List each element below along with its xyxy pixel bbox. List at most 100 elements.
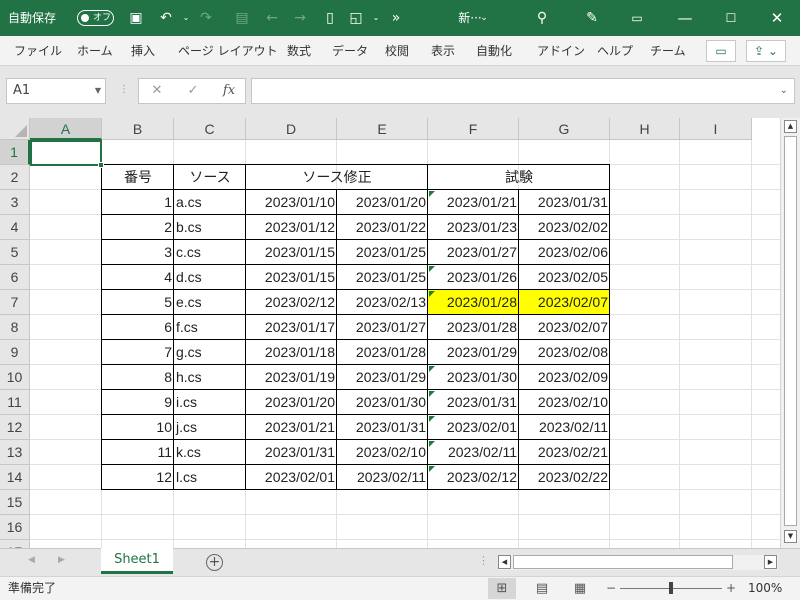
table-cell-fix-end-date[interactable]: 2023/02/10 xyxy=(337,440,428,465)
prev-sheet-icon[interactable]: ◀ xyxy=(28,555,35,565)
formula-input[interactable]: ⌄ xyxy=(251,78,795,104)
zoom-in-icon[interactable]: + xyxy=(726,577,736,599)
table-cell-fix-start-date[interactable]: 2023/01/31 xyxy=(246,440,337,465)
page-layout-view-icon[interactable]: ▤ xyxy=(528,578,556,599)
table-cell-fix-start-date[interactable]: 2023/01/10 xyxy=(246,190,337,215)
row-header-9[interactable]: 9 xyxy=(0,340,30,365)
table-cell-number[interactable]: 2 xyxy=(102,215,174,240)
table-cell-test-start-date[interactable]: 2023/01/31 xyxy=(428,390,519,415)
table-cell-source-file[interactable]: a.cs xyxy=(174,190,246,215)
table-cell-fix-end-date[interactable]: 2023/02/13 xyxy=(337,290,428,315)
tab-page-layout[interactable]: ページ レイアウト xyxy=(178,36,278,66)
row-header-10[interactable]: 10 xyxy=(0,365,30,390)
document-icon[interactable]: ▯ xyxy=(320,8,340,28)
tab-team[interactable]: チーム xyxy=(650,36,686,66)
table-cell-fix-start-date[interactable]: 2023/01/15 xyxy=(246,265,337,290)
column-header-a[interactable]: A xyxy=(30,118,102,140)
table-cell-source-file[interactable]: b.cs xyxy=(174,215,246,240)
table-cell-test-end-date[interactable]: 2023/02/22 xyxy=(519,465,610,490)
table-cell-fix-start-date[interactable]: 2023/01/19 xyxy=(246,365,337,390)
worksheet-grid[interactable]: ABCDEFGHI1234567891011121314151617番号ソースソ… xyxy=(0,118,780,548)
table-cell-test-end-date[interactable]: 2023/02/07 xyxy=(519,290,610,315)
cell-c2-source-header[interactable]: ソース xyxy=(174,165,246,190)
zoom-out-icon[interactable]: − xyxy=(606,577,616,599)
table-cell-fix-start-date[interactable]: 2023/01/20 xyxy=(246,390,337,415)
table-cell-test-end-date[interactable]: 2023/02/11 xyxy=(519,415,610,440)
table-cell-source-file[interactable]: g.cs xyxy=(174,340,246,365)
table-cell-number[interactable]: 7 xyxy=(102,340,174,365)
table-cell-test-end-date[interactable]: 2023/02/08 xyxy=(519,340,610,365)
table-cell-number[interactable]: 5 xyxy=(102,290,174,315)
tab-home[interactable]: ホーム xyxy=(77,36,113,66)
row-header-6[interactable]: 6 xyxy=(0,265,30,290)
comments-icon[interactable]: ▭ xyxy=(706,40,736,62)
table-cell-test-end-date[interactable]: 2023/02/06 xyxy=(519,240,610,265)
row-header-2[interactable]: 2 xyxy=(0,165,30,190)
undo-dropdown-icon[interactable]: ⌄ xyxy=(176,8,196,28)
table-cell-fix-start-date[interactable]: 2023/01/15 xyxy=(246,240,337,265)
table-cell-test-end-date[interactable]: 2023/02/05 xyxy=(519,265,610,290)
table-cell-source-file[interactable]: k.cs xyxy=(174,440,246,465)
table-cell-fix-end-date[interactable]: 2023/01/22 xyxy=(337,215,428,240)
table-cell-fix-start-date[interactable]: 2023/02/01 xyxy=(246,465,337,490)
table-cell-test-start-date[interactable]: 2023/01/23 xyxy=(428,215,519,240)
tab-data[interactable]: データ xyxy=(332,36,368,66)
horizontal-scrollbar[interactable]: ◀ ▶ xyxy=(498,555,778,570)
row-header-12[interactable]: 12 xyxy=(0,415,30,440)
table-cell-fix-end-date[interactable]: 2023/01/28 xyxy=(337,340,428,365)
pen-icon[interactable]: ✎ xyxy=(582,8,602,28)
table-cell-source-file[interactable]: c.cs xyxy=(174,240,246,265)
table-cell-test-end-date[interactable]: 2023/02/21 xyxy=(519,440,610,465)
table-cell-fix-end-date[interactable]: 2023/01/20 xyxy=(337,190,428,215)
cell-f2-test-header[interactable]: 試験 xyxy=(428,165,610,190)
chevron-down-icon[interactable]: ▼ xyxy=(95,79,101,103)
table-cell-fix-end-date[interactable]: 2023/01/25 xyxy=(337,240,428,265)
row-header-13[interactable]: 13 xyxy=(0,440,30,465)
table-cell-fix-start-date[interactable]: 2023/01/17 xyxy=(246,315,337,340)
row-header-15[interactable]: 15 xyxy=(0,490,30,515)
error-indicator-icon[interactable] xyxy=(429,266,435,272)
separator-dots-icon[interactable]: ⋮ xyxy=(119,84,129,95)
more-icon[interactable]: » xyxy=(386,8,406,28)
table-cell-test-end-date[interactable]: 2023/01/31 xyxy=(519,190,610,215)
table-cell-fix-end-date[interactable]: 2023/01/30 xyxy=(337,390,428,415)
table-cell-number[interactable]: 4 xyxy=(102,265,174,290)
table-cell-test-start-date[interactable]: 2023/01/21 xyxy=(428,190,519,215)
add-sheet-icon[interactable]: + xyxy=(206,554,223,571)
separator-dots-icon[interactable]: ⋮ xyxy=(478,554,489,567)
table-cell-number[interactable]: 3 xyxy=(102,240,174,265)
column-header-d[interactable]: D xyxy=(246,118,337,140)
scroll-up-icon[interactable]: ▲ xyxy=(784,120,797,133)
row-header-14[interactable]: 14 xyxy=(0,465,30,490)
row-header-16[interactable]: 16 xyxy=(0,515,30,540)
table-cell-source-file[interactable]: j.cs xyxy=(174,415,246,440)
table-cell-fix-end-date[interactable]: 2023/01/29 xyxy=(337,365,428,390)
table-cell-fix-start-date[interactable]: 2023/02/12 xyxy=(246,290,337,315)
table-cell-source-file[interactable]: e.cs xyxy=(174,290,246,315)
name-box[interactable]: A1 ▼ xyxy=(6,78,106,104)
table-cell-test-start-date[interactable]: 2023/01/28 xyxy=(428,290,519,315)
fill-handle[interactable] xyxy=(98,162,104,168)
table-cell-test-start-date[interactable]: 2023/01/29 xyxy=(428,340,519,365)
select-all-corner[interactable] xyxy=(0,118,30,140)
error-indicator-icon[interactable] xyxy=(429,441,435,447)
table-cell-fix-end-date[interactable]: 2023/01/31 xyxy=(337,415,428,440)
table-cell-fix-end-date[interactable]: 2023/01/27 xyxy=(337,315,428,340)
error-indicator-icon[interactable] xyxy=(429,416,435,422)
row-header-17[interactable]: 17 xyxy=(0,540,30,548)
table-cell-number[interactable]: 1 xyxy=(102,190,174,215)
table-cell-source-file[interactable]: f.cs xyxy=(174,315,246,340)
table-cell-test-start-date[interactable]: 2023/02/01 xyxy=(428,415,519,440)
row-header-1[interactable]: 1 xyxy=(0,140,30,165)
minimize-icon[interactable]: — xyxy=(662,0,708,36)
shapes-icon[interactable]: ◱ xyxy=(346,8,366,28)
error-indicator-icon[interactable] xyxy=(429,391,435,397)
table-cell-source-file[interactable]: d.cs xyxy=(174,265,246,290)
zoom-level[interactable]: 100% xyxy=(748,577,782,599)
column-header-c[interactable]: C xyxy=(174,118,246,140)
scroll-down-icon[interactable]: ▼ xyxy=(784,530,797,543)
table-cell-source-file[interactable]: h.cs xyxy=(174,365,246,390)
share-icon[interactable]: ⇪ ⌄ xyxy=(746,40,786,62)
table-cell-source-file[interactable]: i.cs xyxy=(174,390,246,415)
title-dropdown-icon[interactable]: ⌄ xyxy=(474,8,494,28)
